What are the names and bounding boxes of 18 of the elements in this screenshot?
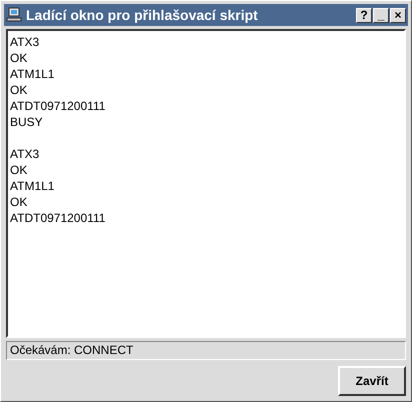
log-line: ATDT0971200111 [10,98,106,114]
log-line: ATM1L1 [10,178,56,194]
title-bar-button[interactable]: ? [356,8,372,22]
log-line: BUSY [10,114,44,130]
log-line: OK [10,162,28,178]
computer-icon [6,7,22,23]
title-bar-button[interactable]: _ [373,8,389,22]
log-line: ATX3 [10,34,40,50]
log-line: ATM1L1 [10,66,56,82]
log-line: OK [10,50,28,66]
status-field: Očekávám: CONNECT [6,341,406,360]
title-bar-button[interactable]: × [390,8,406,22]
log-line: OK [10,82,28,98]
log-line: OK [10,194,28,210]
log-line: ATDT0971200111 [10,210,106,226]
window-title: Ladící okno pro přihlašovací skript [26,7,259,23]
close-button[interactable]: Zavřít [338,366,406,396]
log-line: ATX3 [10,146,40,162]
